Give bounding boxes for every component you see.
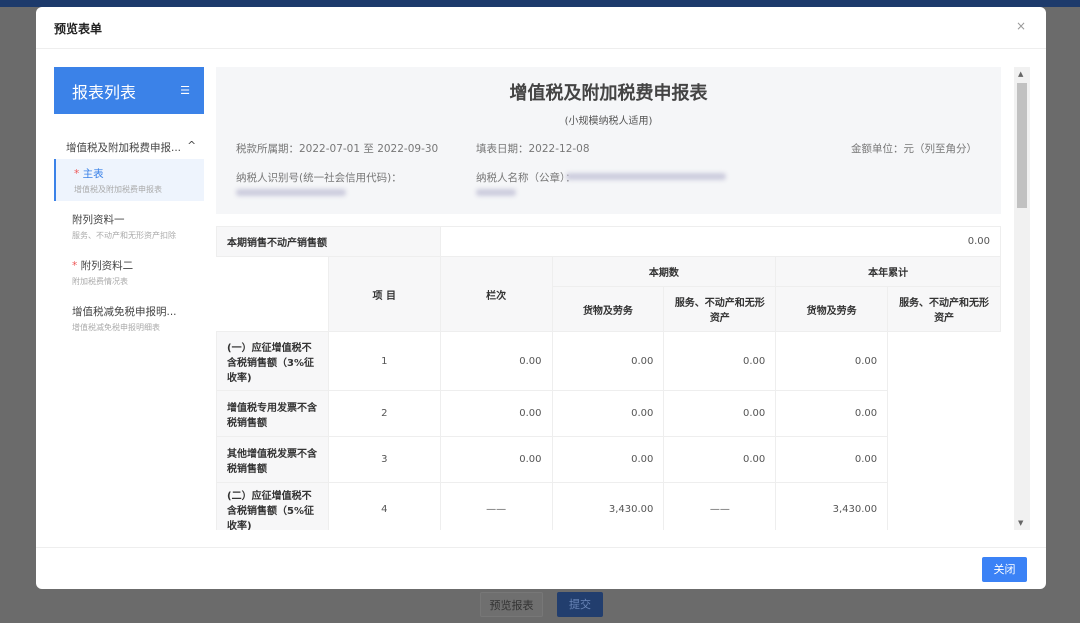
row-column-number: 1 — [327, 331, 441, 391]
sidebar-item-sub: 附加税费情况表 — [72, 277, 128, 286]
form-info: 增值税及附加税费申报表 (小规模纳税人适用) 税款所属期：2022-07-01 … — [216, 67, 1001, 214]
row-value: 0.00 — [551, 331, 665, 391]
close-icon[interactable]: × — [1016, 19, 1026, 33]
row-value: 3,430.00 — [551, 482, 665, 530]
row-item: (二）应征增值税不含税销售额（5%征收率) — [216, 482, 329, 530]
table-row: 增值税专用发票不含税销售额 2 0.00 0.00 0.00 0.00 — [216, 390, 1001, 437]
tax-period: 税款所属期：2022-07-01 至 2022-09-30 — [236, 143, 439, 155]
vertical-scrollbar[interactable]: ▲ ▼ — [1014, 67, 1030, 530]
scrollbar-thumb[interactable] — [1017, 83, 1027, 208]
header-services-ytd: 服务、不动产和无形资产 — [887, 286, 1001, 332]
row-value: 0.00 — [775, 331, 889, 391]
row-item: (一）应征增值税不含税销售额（3%征收率) — [216, 331, 329, 391]
table-row: (一）应征增值税不含税销售额（3%征收率) 1 0.00 0.00 0.00 0.00 — [216, 331, 1001, 391]
form-title: 增值税及附加税费申报表 — [509, 83, 708, 104]
row-value: 0.00 — [663, 390, 777, 437]
row-item: 增值税专用发票不含税销售额 — [216, 390, 329, 437]
sidebar-item-sub: 增值税及附加税费申报表 — [74, 185, 162, 194]
close-button[interactable]: 关闭 — [982, 557, 1027, 582]
scroll-down-icon[interactable]: ▼ — [1018, 519, 1023, 527]
form-subtitle: (小规模纳税人适用) — [564, 116, 653, 127]
row-value: 0.00 — [551, 436, 665, 483]
row-value: 0.00 — [775, 436, 889, 483]
report-list-title: 报表列表 — [72, 82, 137, 102]
top-row-label: 本期销售不动产销售额 — [216, 226, 441, 257]
required-marker: * — [74, 168, 83, 180]
header-item: 项 目 — [327, 256, 441, 332]
sidebar-item-name: 增值税减免税申报明... — [72, 306, 177, 318]
report-list-header: 报表列表 ☰ — [54, 67, 204, 114]
row-item: 其他增值税发票不含税销售额 — [216, 436, 329, 483]
header-ytd: 本年累计 — [775, 256, 1001, 287]
row-value: 0.00 — [551, 390, 665, 437]
row-column-number: 4 — [327, 482, 441, 530]
sidebar-item[interactable]: 增值税减免税申报明... 增值税减免税申报明细表 — [54, 297, 204, 339]
menu-icon[interactable]: ☰ — [180, 84, 190, 97]
header-services: 服务、不动产和无形资产 — [663, 286, 777, 332]
row-column-number: 2 — [327, 390, 441, 437]
header-column: 栏次 — [439, 256, 553, 332]
sidebar-item[interactable]: 附列资料一服务、不动产和无形资产扣除 — [54, 205, 204, 247]
sidebar-item-sub: 增值税减免税申报明细表 — [72, 323, 160, 332]
row-value: 0.00 — [439, 436, 553, 483]
fill-date: 填表日期：2022-12-08 — [476, 143, 590, 155]
sidebar-item[interactable]: * 附列资料二附加税费情况表 — [54, 251, 204, 293]
header-current: 本期数 — [551, 256, 777, 287]
row-value: 0.00 — [439, 331, 553, 391]
top-row-value: 0.00 — [439, 226, 1001, 257]
header-goods-ytd: 货物及劳务 — [775, 286, 889, 332]
scroll-up-icon[interactable]: ▲ — [1018, 70, 1023, 78]
header-goods: 货物及劳务 — [551, 286, 665, 332]
row-value: 0.00 — [775, 390, 889, 437]
chevron-up-icon[interactable]: ^ — [187, 140, 196, 155]
row-value: —— — [663, 482, 777, 530]
taxpayer-id-label: 纳税人识别号(统一社会信用代码)： — [236, 172, 402, 184]
preview-modal: 预览表单 × 报表列表 ☰ 增值税及附加税费申报... ^ * 主表增值税及附加… — [36, 7, 1046, 589]
app-top-bar — [0, 0, 1080, 7]
report-list-sidebar: 报表列表 ☰ 增值税及附加税费申报... ^ * 主表 增值税及附加税费申报表 附列… — [54, 67, 204, 339]
sidebar-item-name: 主表 — [82, 168, 104, 180]
taxpayer-name-label: 纳税人名称（公章）： — [476, 172, 576, 184]
tax-table: 本期销售不动产销售额 0.00 项 目 栏次 本期数 本年累计 货物及劳务 服务… — [216, 226, 1001, 530]
row-value: 0.00 — [663, 436, 777, 483]
preview-report-button[interactable]: 预览报表 — [480, 592, 543, 617]
table-row: 其他增值税发票不含税销售额 3 0.00 0.00 0.00 0.00 — [216, 436, 1001, 483]
row-value: 0.00 — [663, 331, 777, 391]
row-value: —— — [439, 482, 553, 530]
row-value: 0.00 — [439, 390, 553, 437]
amount-unit: 金额单位：元（列至角分） — [851, 143, 977, 155]
form-preview: 增值税及附加税费申报表 (小规模纳税人适用) 税款所属期：2022-07-01 … — [216, 67, 1001, 530]
taxpayer-name-redacted-2 — [476, 189, 516, 196]
modal-title: 预览表单 — [54, 22, 103, 36]
table-row: (二）应征增值税不含税销售额（5%征收率) 4 —— 3,430.00 —— 3,430.… — [216, 482, 1001, 530]
sidebar-item-sub: 服务、不动产和无形资产扣除 — [72, 231, 176, 240]
sidebar-item-name: 附列资料一 — [72, 214, 125, 226]
report-group[interactable]: 增值税及附加税费申报... ^ — [54, 140, 204, 155]
taxpayer-name-redacted — [566, 173, 726, 180]
submit-button[interactable]: 提交 — [557, 592, 603, 617]
row-value: 3,430.00 — [775, 482, 889, 530]
modal-header: 预览表单 × — [36, 7, 1046, 49]
report-group-label: 增值税及附加税费申报... — [66, 142, 182, 154]
required-marker: * — [72, 260, 81, 272]
modal-footer: 关闭 — [36, 547, 1046, 589]
sidebar-item-name: 附列资料二 — [80, 260, 134, 272]
taxpayer-id-redacted — [236, 189, 346, 196]
row-column-number: 3 — [327, 436, 441, 483]
sidebar-item[interactable]: * 主表增值税及附加税费申报表 — [54, 159, 204, 201]
